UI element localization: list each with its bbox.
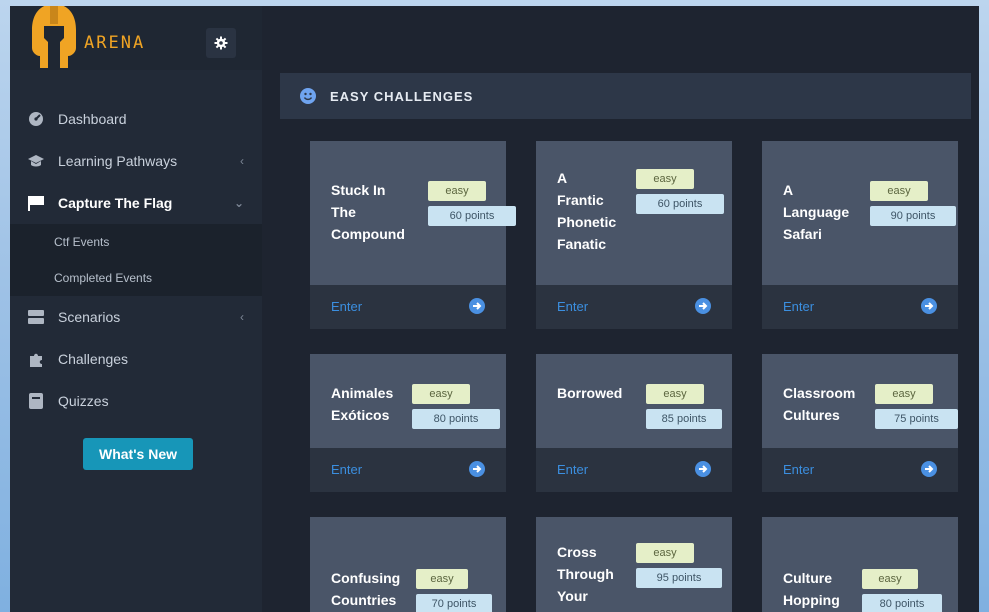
sidebar-item-quizzes[interactable]: Quizzes <box>10 380 262 422</box>
challenge-card: A Language Safari easy 90 points Enter <box>762 141 958 329</box>
sidebar-subitem-ctf-events[interactable]: Ctf Events <box>10 224 262 260</box>
sidebar-item-capture-the-flag[interactable]: Capture The Flag ⌄ <box>10 182 262 224</box>
settings-button[interactable] <box>206 28 236 58</box>
sidebar-subitem-completed-events[interactable]: Completed Events <box>10 260 262 296</box>
card-title: Confusing Countries <box>331 570 401 608</box>
card-title: A Language Safari <box>783 182 850 242</box>
card-title: Cross Through Your <box>557 544 614 604</box>
arrow-circle-right-icon[interactable] <box>920 297 938 315</box>
points-badge: 60 points <box>428 206 516 226</box>
card-title: Culture Hopping <box>783 570 840 608</box>
arrow-circle-right-icon[interactable] <box>468 297 486 315</box>
challenge-card: Confusing Countries easy 70 points <box>310 517 506 612</box>
difficulty-badge: easy <box>875 384 933 404</box>
card-footer[interactable]: Enter <box>536 448 732 492</box>
enter-link[interactable]: Enter <box>331 299 362 314</box>
card-footer[interactable]: Enter <box>762 285 958 329</box>
brand-bar: ARENA <box>10 6 262 70</box>
enter-link[interactable]: Enter <box>331 462 362 477</box>
card-footer[interactable]: Enter <box>536 285 732 329</box>
difficulty-badge: easy <box>416 569 468 589</box>
graduation-cap-icon <box>26 151 46 171</box>
challenge-card: Cross Through Your easy 95 points <box>536 517 732 612</box>
section-title: EASY CHALLENGES <box>330 88 474 104</box>
chevron-down-icon: ⌄ <box>233 196 244 210</box>
challenge-card: Borrowed easy 85 points Enter <box>536 354 732 492</box>
points-badge: 95 points <box>636 568 722 588</box>
chevron-left-icon: ‹ <box>240 154 244 168</box>
card-footer[interactable]: Enter <box>762 448 958 492</box>
enter-link[interactable]: Enter <box>783 462 814 477</box>
arrow-circle-right-icon[interactable] <box>468 460 486 478</box>
sidebar-item-label: Learning Pathways <box>58 153 178 169</box>
book-icon <box>26 391 46 411</box>
difficulty-badge: easy <box>646 384 704 404</box>
arrow-circle-right-icon[interactable] <box>694 460 712 478</box>
smile-icon <box>300 88 316 104</box>
challenge-card: A Frantic Phonetic Fanatic easy 60 points E… <box>536 141 732 329</box>
sidebar-item-dashboard[interactable]: Dashboard <box>10 98 262 140</box>
card-title: Classroom Cultures <box>783 385 856 423</box>
points-badge: 80 points <box>412 409 500 429</box>
puzzle-icon <box>26 349 46 369</box>
sidebar-item-label: Capture The Flag <box>58 195 173 211</box>
arrow-circle-right-icon[interactable] <box>694 297 712 315</box>
server-icon <box>26 307 46 327</box>
sidebar-item-label: Dashboard <box>58 111 127 127</box>
card-title: A Frantic Phonetic Fanatic <box>557 170 617 252</box>
difficulty-badge: easy <box>412 384 470 404</box>
sidebar-item-scenarios[interactable]: Scenarios ‹ <box>10 296 262 338</box>
sidebar: ARENA Dashboard Learning Pathways ‹ Capt… <box>10 6 262 612</box>
arrow-circle-right-icon[interactable] <box>920 460 938 478</box>
points-badge: 90 points <box>870 206 956 226</box>
difficulty-badge: easy <box>636 169 694 189</box>
sidebar-nav: Dashboard Learning Pathways ‹ Capture Th… <box>10 98 262 422</box>
whats-new-button[interactable]: What's New <box>83 438 193 470</box>
main-content: EASY CHALLENGES Stuck In The Compound easy… <box>262 6 979 612</box>
spartan-helmet-logo <box>32 6 76 68</box>
points-badge: 85 points <box>646 409 722 429</box>
difficulty-badge: easy <box>428 181 486 201</box>
enter-link[interactable]: Enter <box>783 299 814 314</box>
brand-name: ARENA <box>84 33 146 53</box>
flag-icon <box>26 193 46 213</box>
enter-link[interactable]: Enter <box>557 299 588 314</box>
enter-link[interactable]: Enter <box>557 462 588 477</box>
app-window: ARENA Dashboard Learning Pathways ‹ Capt… <box>10 6 979 612</box>
sidebar-item-learning-pathways[interactable]: Learning Pathways ‹ <box>10 140 262 182</box>
card-title: Borrowed <box>557 385 623 401</box>
card-footer[interactable]: Enter <box>310 285 506 329</box>
difficulty-badge: easy <box>862 569 918 589</box>
card-footer[interactable]: Enter <box>310 448 506 492</box>
sidebar-item-challenges[interactable]: Challenges <box>10 338 262 380</box>
points-badge: 70 points <box>416 594 492 612</box>
points-badge: 80 points <box>862 594 942 612</box>
points-badge: 75 points <box>875 409 958 429</box>
gear-icon <box>214 36 228 50</box>
sidebar-item-label: Quizzes <box>58 393 109 409</box>
ctf-submenu: Ctf Events Completed Events <box>10 224 262 296</box>
challenge-card: Classroom Cultures easy 75 points Enter <box>762 354 958 492</box>
card-title: Stuck In The Compound <box>331 182 405 242</box>
sidebar-item-label: Challenges <box>58 351 129 367</box>
challenge-card: Culture Hopping easy 80 points <box>762 517 958 612</box>
points-badge: 60 points <box>636 194 724 214</box>
difficulty-badge: easy <box>636 543 694 563</box>
chevron-left-icon: ‹ <box>240 310 244 324</box>
dashboard-icon <box>26 109 46 129</box>
card-title: Animales Exóticos <box>331 385 394 423</box>
challenge-card: Animales Exóticos easy 80 points Enter <box>310 354 506 492</box>
difficulty-badge: easy <box>870 181 928 201</box>
sidebar-item-label: Scenarios <box>58 309 121 325</box>
section-header: EASY CHALLENGES <box>280 73 971 119</box>
challenge-card: Stuck In The Compound easy 60 points Enter <box>310 141 516 329</box>
